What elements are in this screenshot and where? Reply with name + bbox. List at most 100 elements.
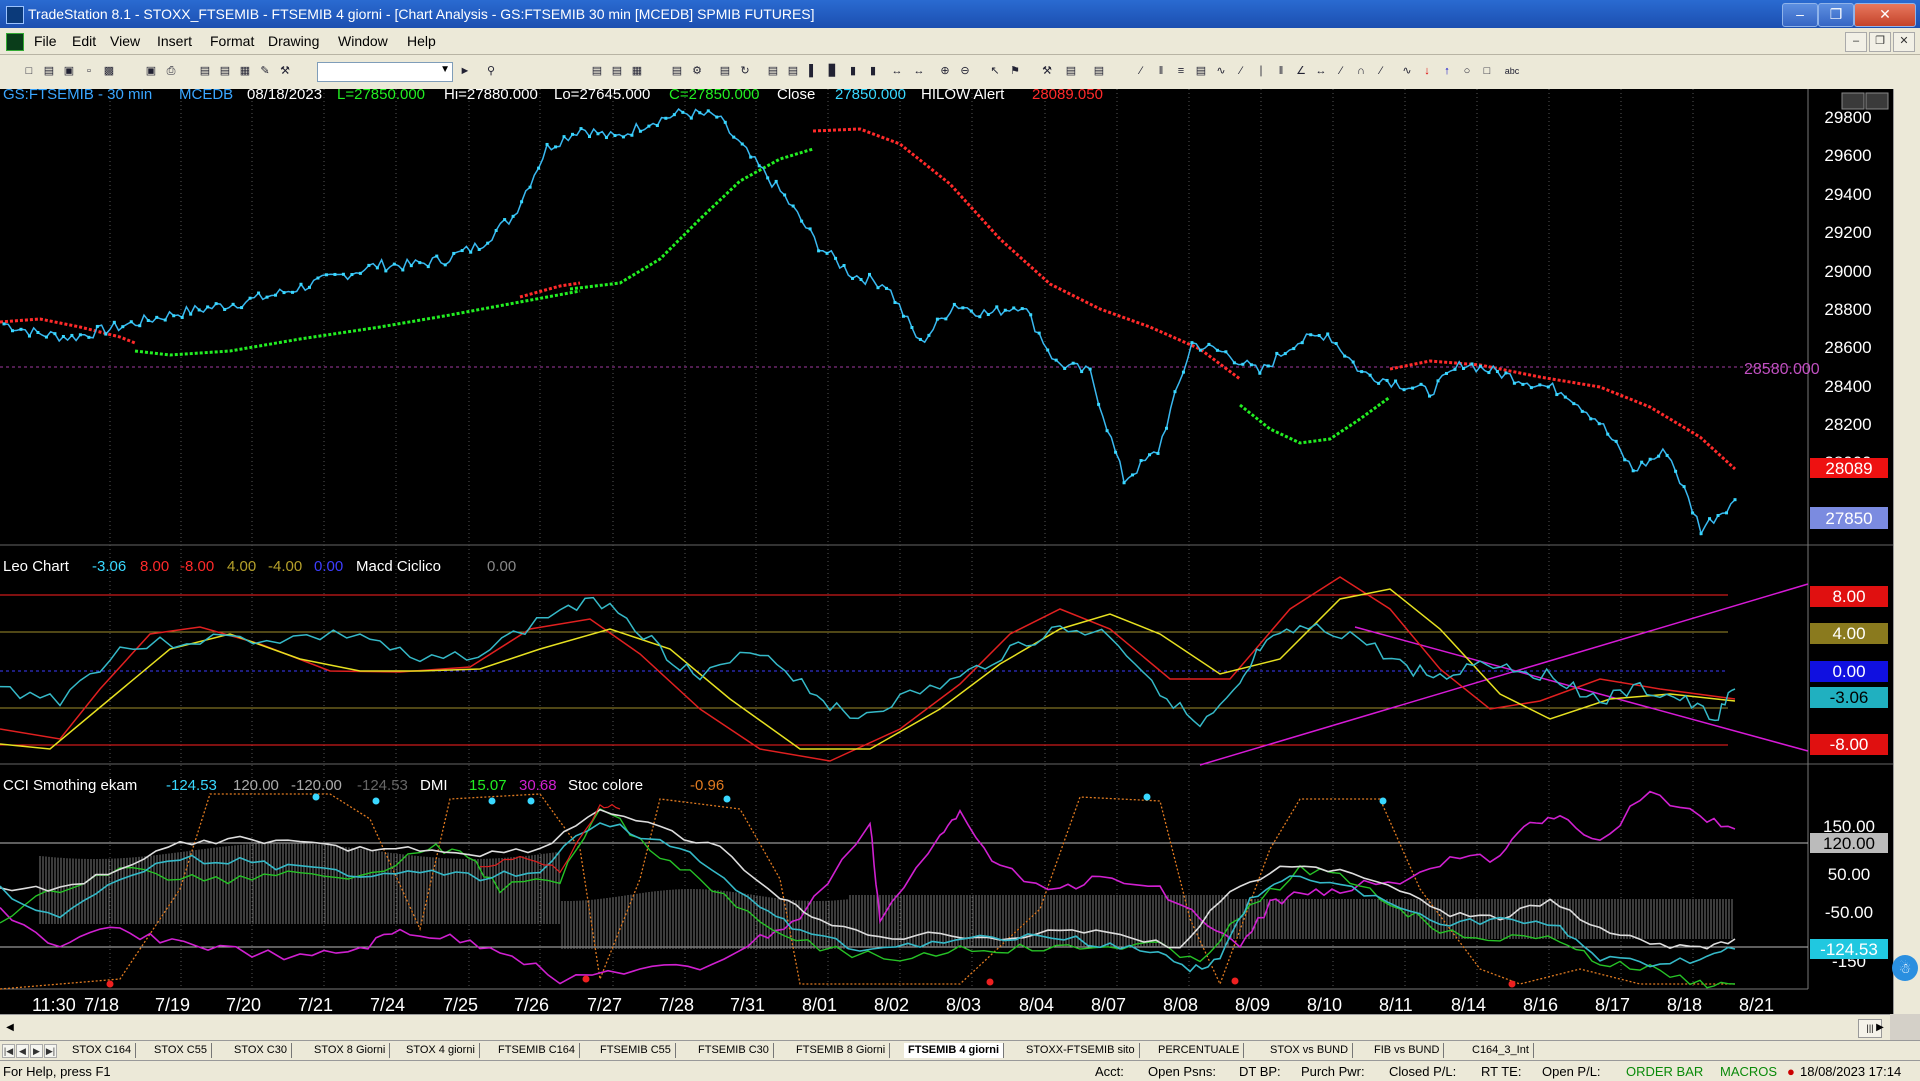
scroll-right-icon[interactable]: ▶ bbox=[1872, 1019, 1888, 1036]
symbol-combo[interactable]: ▼ bbox=[317, 62, 453, 82]
mdi-restore-icon[interactable]: ❐ bbox=[1869, 32, 1891, 52]
sheet-tab[interactable]: FTSEMIB 4 giorni bbox=[904, 1043, 1005, 1058]
radar-icon[interactable]: ▤ bbox=[218, 64, 232, 78]
wrench-icon[interactable]: ⚒ bbox=[1040, 64, 1054, 78]
arrow-icon[interactable]: ↔ bbox=[1314, 64, 1328, 78]
circle-icon[interactable]: ○ bbox=[1460, 64, 1474, 78]
sheet-tab[interactable]: FTSEMIB C164 bbox=[494, 1043, 581, 1058]
refresh-icon[interactable]: ↻ bbox=[738, 64, 752, 78]
zoom-in-icon[interactable]: ⊕ bbox=[938, 64, 952, 78]
window-icon[interactable]: ▤ bbox=[610, 64, 624, 78]
menu-view[interactable]: View bbox=[110, 33, 140, 49]
sheet-tab[interactable]: FTSEMIB 8 Giorni bbox=[792, 1043, 891, 1058]
sheet-tab[interactable]: STOX C164 bbox=[68, 1043, 137, 1058]
gann-icon[interactable]: ∣ bbox=[1254, 64, 1268, 78]
chart-window-icon[interactable] bbox=[6, 33, 24, 51]
sheet-tab[interactable]: C164_3_Int bbox=[1468, 1043, 1534, 1058]
compress-icon[interactable]: ↔ bbox=[890, 64, 904, 78]
vertical-lines-icon[interactable]: ‖ bbox=[1154, 64, 1168, 78]
brush-icon[interactable]: ✎ bbox=[258, 64, 272, 78]
export-icon[interactable]: ▤ bbox=[1092, 64, 1106, 78]
menu-format[interactable]: Format bbox=[210, 33, 254, 49]
menu-insert[interactable]: Insert bbox=[157, 33, 192, 49]
open-icon[interactable]: ▤ bbox=[42, 64, 56, 78]
pane-close-icon[interactable] bbox=[1865, 92, 1889, 110]
grid-icon[interactable]: ▦ bbox=[238, 64, 252, 78]
binoculars-icon[interactable]: ⚲ bbox=[484, 64, 498, 78]
expand-icon[interactable]: ↔ bbox=[912, 64, 926, 78]
close-icon[interactable]: ✕ bbox=[1854, 3, 1916, 27]
horizontal-lines-icon[interactable]: ≡ bbox=[1174, 64, 1188, 78]
maximize-icon[interactable]: ❐ bbox=[1818, 3, 1854, 27]
fib-icon[interactable]: ▤ bbox=[1194, 64, 1208, 78]
chart-style-icon[interactable]: ▤ bbox=[670, 64, 684, 78]
table-icon[interactable]: ▦ bbox=[630, 64, 644, 78]
workspace-icon[interactable]: ▩ bbox=[102, 64, 116, 78]
menu-help[interactable]: Help bbox=[407, 33, 436, 49]
chart-icon[interactable]: ▤ bbox=[198, 64, 212, 78]
mdi-close-icon[interactable]: ✕ bbox=[1893, 32, 1915, 52]
pen-icon[interactable]: ∕ bbox=[1374, 64, 1388, 78]
flag-icon[interactable]: ⚑ bbox=[1008, 64, 1022, 78]
print-icon[interactable]: ⎙ bbox=[164, 64, 178, 78]
arc-icon[interactable]: ∩ bbox=[1354, 64, 1368, 78]
trendline-icon[interactable]: ∕ bbox=[1134, 64, 1148, 78]
cycle-icon[interactable]: ∿ bbox=[1214, 64, 1228, 78]
paint-icon[interactable]: ▤ bbox=[718, 64, 732, 78]
scroll-left-icon[interactable]: ◀ bbox=[2, 1019, 18, 1036]
sheet-tab[interactable]: PERCENTUALE bbox=[1154, 1043, 1245, 1058]
candle-icon[interactable]: ▮ bbox=[866, 64, 880, 78]
menu-drawing[interactable]: Drawing bbox=[268, 33, 319, 49]
vertical-scrollbar[interactable] bbox=[1893, 89, 1920, 1014]
sheet-tab[interactable]: FIB vs BUND bbox=[1370, 1043, 1445, 1058]
text-icon[interactable]: abc bbox=[1502, 64, 1522, 78]
chevron-down-icon[interactable]: ▼ bbox=[440, 64, 450, 75]
layout-icon[interactable]: ▤ bbox=[766, 64, 780, 78]
last-tab-icon[interactable]: ▶| bbox=[44, 1044, 57, 1058]
chart-analysis-window[interactable]: GS:FTSEMIB - 30 min MCEDB 08/18/2023 L=2… bbox=[0, 89, 1920, 1014]
tools-icon[interactable]: ⚒ bbox=[278, 64, 292, 78]
channel-icon[interactable]: ∕ bbox=[1234, 64, 1248, 78]
next-tab-icon[interactable]: ▶ bbox=[30, 1044, 43, 1058]
speed-icon[interactable]: ∠ bbox=[1294, 64, 1308, 78]
sheet-tab[interactable]: STOX vs BUND bbox=[1266, 1043, 1354, 1058]
minimize-icon[interactable]: – bbox=[1782, 3, 1818, 27]
sheet-tab[interactable]: FTSEMIB C55 bbox=[596, 1043, 676, 1058]
prev-tab-icon[interactable]: ◀ bbox=[16, 1044, 29, 1058]
new-window-icon[interactable]: ▫ bbox=[82, 64, 96, 78]
candle-icon[interactable]: ▮ bbox=[846, 64, 860, 78]
macros-label[interactable]: MACROS bbox=[1720, 1064, 1777, 1079]
menu-window[interactable]: Window bbox=[338, 33, 388, 49]
horizontal-scrollbar[interactable]: ◀ ||| ▶ bbox=[0, 1014, 1890, 1041]
sheet-tab[interactable]: STOX 8 Giorni bbox=[310, 1043, 391, 1058]
window-icon[interactable]: ▤ bbox=[590, 64, 604, 78]
play-icon[interactable]: ► bbox=[458, 64, 472, 78]
sheet-tab[interactable]: STOX 4 giorni bbox=[402, 1043, 480, 1058]
first-tab-icon[interactable]: |◀ bbox=[2, 1044, 15, 1058]
menu-edit[interactable]: Edit bbox=[72, 33, 96, 49]
arrow-up-icon[interactable]: ↑ bbox=[1440, 64, 1454, 78]
menu-file[interactable]: File bbox=[34, 33, 57, 49]
sheet-tab[interactable]: STOX C55 bbox=[150, 1043, 212, 1058]
sheet-tab[interactable]: STOX C30 bbox=[230, 1043, 292, 1058]
bar-icon[interactable]: ▊ bbox=[826, 64, 840, 78]
sheet-tab[interactable]: STOXX-FTSEMIB sito bbox=[1022, 1043, 1140, 1058]
gear-icon[interactable]: ⚙ bbox=[690, 64, 704, 78]
rectangle-icon[interactable]: □ bbox=[1480, 64, 1494, 78]
save-all-icon[interactable]: ▣ bbox=[144, 64, 158, 78]
andrews-icon[interactable]: ‖ bbox=[1274, 64, 1288, 78]
pane-restore-icon[interactable] bbox=[1841, 92, 1865, 110]
bar-icon[interactable]: ▌ bbox=[806, 64, 820, 78]
arrow-down-icon[interactable]: ↓ bbox=[1420, 64, 1434, 78]
order-bar-label[interactable]: ORDER BAR bbox=[1626, 1064, 1703, 1079]
zoom-out-icon[interactable]: ⊖ bbox=[958, 64, 972, 78]
save-icon[interactable]: ▣ bbox=[62, 64, 76, 78]
mdi-minimize-icon[interactable]: – bbox=[1845, 32, 1867, 52]
layout-icon[interactable]: ▤ bbox=[786, 64, 800, 78]
curve-icon[interactable]: ∿ bbox=[1400, 64, 1414, 78]
parallel-icon[interactable]: ∕ bbox=[1334, 64, 1348, 78]
new-icon[interactable]: □ bbox=[22, 64, 36, 78]
data-icon[interactable]: ▤ bbox=[1064, 64, 1078, 78]
pointer-icon[interactable]: ↖ bbox=[988, 64, 1002, 78]
help-icon[interactable]: ☃ bbox=[1892, 955, 1918, 981]
